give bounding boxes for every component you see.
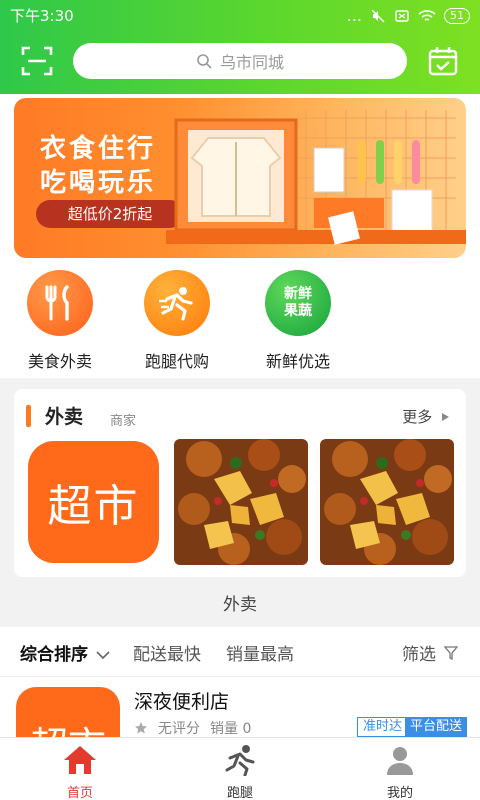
star-icon — [135, 722, 147, 734]
store-meta: 无评分 销量 0 — [134, 718, 251, 737]
filter-button[interactable]: 筛选 — [402, 640, 459, 665]
category-errand[interactable]: 跑腿代购 — [127, 270, 227, 372]
calendar-button[interactable] — [426, 44, 460, 78]
banner-product-illustration — [166, 110, 466, 245]
fresh-produce-badge-text: 新鲜 果蔬 — [284, 286, 312, 319]
scan-icon — [21, 46, 53, 76]
food-photo — [174, 439, 308, 565]
category-fresh[interactable]: 新鲜 果蔬 新鲜优选 — [248, 270, 348, 372]
category-label: 跑腿代购 — [144, 352, 209, 371]
promo-banner[interactable]: 衣食住行 吃喝玩乐 超低价2折起 — [14, 98, 466, 258]
status-icons: ... 51 — [347, 6, 470, 25]
store-thumbnail-text: 超市 — [30, 724, 106, 737]
filter-label: 筛选 — [402, 645, 436, 665]
supermarket-thumbnail[interactable]: 超市 — [28, 441, 159, 563]
platform-delivery-badge: 平台配送 — [405, 717, 468, 737]
calendar-icon — [428, 47, 458, 76]
card-accent-bar — [26, 405, 31, 427]
sort-bar: 综合排序 配送最快 销量最高 筛选 — [0, 627, 480, 677]
section-label: 外卖 — [223, 595, 257, 615]
runner-icon — [225, 745, 255, 777]
fresh-produce-icon: 新鲜 果蔬 — [265, 270, 331, 336]
category-label: 新鲜优选 — [265, 352, 330, 371]
takeaway-card: 外卖 商家 更多 超市 — [14, 389, 466, 577]
play-arrow-icon — [442, 413, 449, 421]
battery-icon: 51 — [444, 7, 470, 24]
runner-icon — [144, 270, 210, 336]
home-icon — [64, 746, 96, 774]
sort-comprehensive[interactable]: 综合排序 — [20, 640, 110, 665]
sim-off-icon — [395, 9, 409, 22]
header-bar: 下午3:30 ... 51 乌市同城 — [0, 0, 480, 94]
card-subtitle: 商家 — [110, 414, 137, 429]
wifi-icon — [418, 9, 436, 21]
tab-home[interactable]: 首页 — [35, 744, 125, 800]
user-icon — [387, 747, 413, 775]
tab-label: 跑腿 — [226, 786, 253, 800]
store-thumbnail: 超市 — [16, 687, 120, 737]
fork-knife-icon — [27, 270, 93, 336]
tab-errand[interactable]: 跑腿 — [195, 744, 285, 800]
category-food-delivery[interactable]: 美食外卖 — [10, 270, 110, 372]
tab-profile[interactable]: 我的 — [355, 744, 445, 800]
banner-promo-badge: 超低价2折起 — [36, 200, 184, 228]
card-title: 外卖 — [45, 406, 84, 428]
search-placeholder: 乌市同城 — [219, 53, 284, 72]
scan-button[interactable] — [20, 44, 54, 78]
mute-icon — [371, 8, 385, 23]
more-link[interactable]: 更多 — [402, 406, 450, 427]
status-bar: 下午3:30 ... 51 — [0, 0, 480, 30]
sort-fastest-delivery[interactable]: 配送最快 — [133, 640, 201, 665]
status-time: 下午3:30 — [10, 7, 74, 25]
sort-top-sales[interactable]: 销量最高 — [226, 640, 294, 665]
sort-label: 综合排序 — [20, 645, 88, 665]
chevron-down-icon — [96, 651, 110, 660]
tab-label: 我的 — [386, 786, 413, 800]
banner-title-line2: 吃喝玩乐 — [40, 168, 157, 198]
filter-funnel-icon — [444, 646, 459, 661]
signal-dots-icon: ... — [346, 6, 362, 25]
search-icon — [197, 54, 212, 69]
on-time-badge: 准时达 — [357, 717, 409, 737]
food-thumbnail[interactable] — [174, 439, 308, 565]
bottom-tab-bar: 首页 跑腿 我的 — [0, 737, 480, 800]
sort-label: 销量最高 — [226, 645, 294, 665]
store-row[interactable]: 超市 深夜便利店 无评分 销量 0 准时达 平台配送 — [0, 677, 480, 737]
store-name: 深夜便利店 — [134, 691, 230, 713]
search-input[interactable]: 乌市同城 — [73, 43, 407, 79]
sort-label: 配送最快 — [133, 645, 201, 665]
store-rating: 无评分 — [158, 721, 200, 737]
store-sales: 销量 0 — [210, 721, 252, 737]
food-thumbnail[interactable] — [320, 439, 454, 565]
banner-title-line1: 衣食住行 — [40, 134, 157, 164]
food-photo — [320, 439, 454, 565]
category-label: 美食外卖 — [27, 352, 92, 371]
supermarket-thumbnail-text: 超市 — [47, 481, 140, 532]
more-label: 更多 — [402, 408, 433, 426]
tab-label: 首页 — [66, 786, 93, 800]
